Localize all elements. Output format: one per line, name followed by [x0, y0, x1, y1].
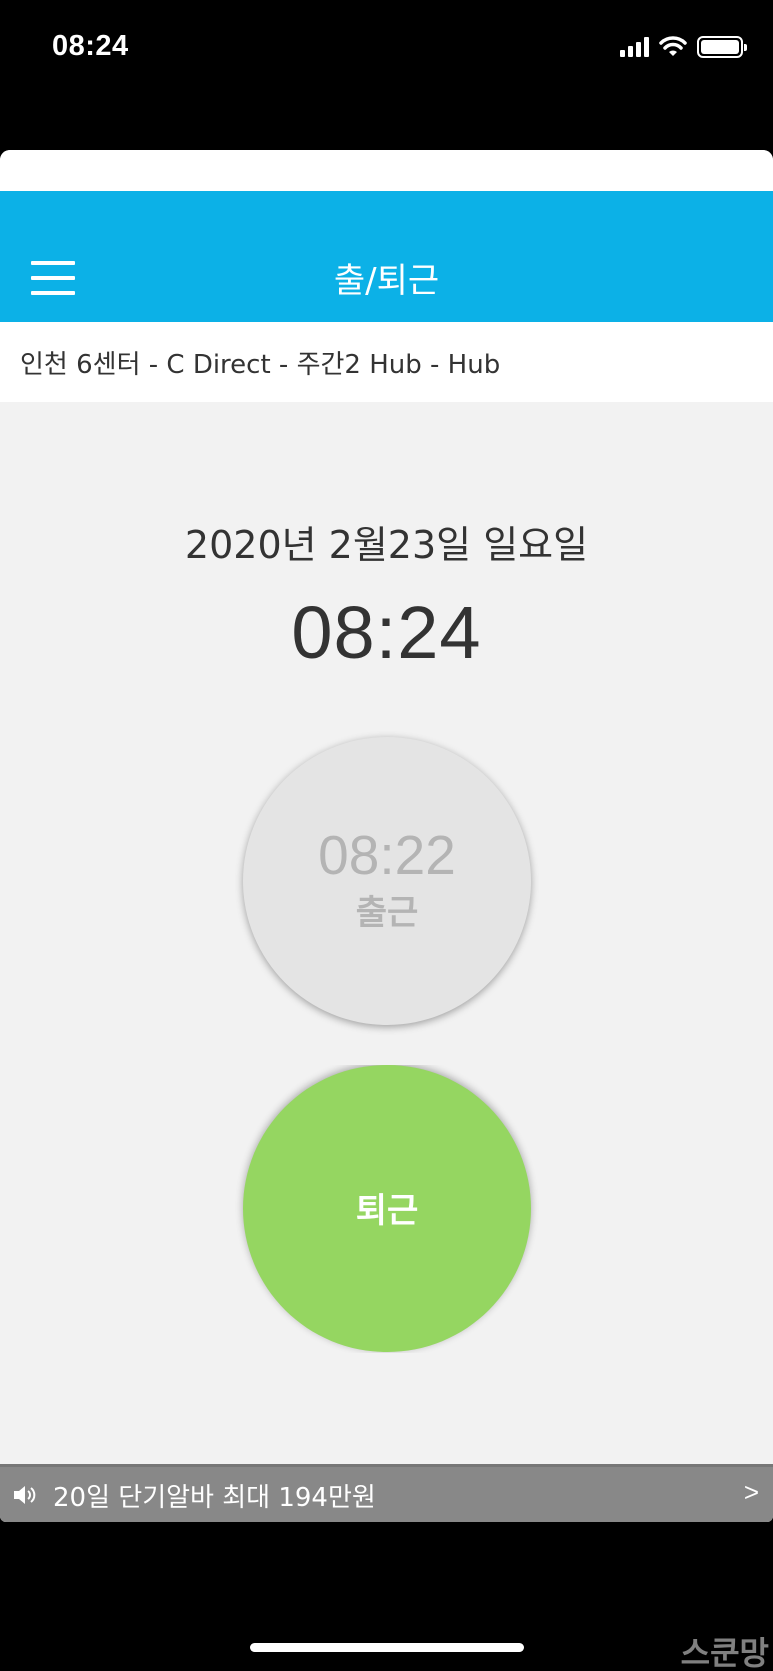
clock-out-label: 퇴근	[355, 1191, 419, 1231]
app-header: 출/퇴근	[0, 191, 773, 322]
clock-in-button[interactable]: 08:22 출근	[243, 737, 531, 1025]
status-bar: 08:24	[0, 0, 773, 100]
watermark: 스쿤망	[680, 1634, 769, 1671]
ad-banner[interactable]: 20일 단기알바 최대 194만원 >	[0, 1464, 773, 1522]
status-time: 08:24	[52, 30, 129, 62]
top-strip	[0, 150, 773, 191]
ad-text: 20일 단기알바 최대 194만원	[53, 1483, 376, 1513]
clock-in-time: 08:22	[318, 824, 456, 886]
location-text: 인천 6센터 - C Direct - 주간2 Hub - Hub	[20, 350, 501, 380]
battery-icon	[697, 36, 747, 58]
chevron-right-icon: >	[743, 1477, 759, 1507]
app-window: 출/퇴근 인천 6센터 - C Direct - 주간2 Hub - Hub 2…	[0, 150, 773, 1522]
clock-in-label: 출근	[355, 893, 419, 933]
current-time: 08:24	[291, 591, 482, 674]
home-indicator[interactable]	[250, 1643, 524, 1652]
page-title: 출/퇴근	[333, 261, 440, 301]
clock-out-area: 퇴근	[0, 1065, 773, 1353]
wifi-icon	[659, 36, 687, 56]
speaker-icon	[14, 1486, 36, 1504]
status-icons	[620, 36, 747, 58]
current-date: 2020년 2월23일 일요일	[184, 523, 589, 567]
clock-out-button[interactable]: 퇴근	[243, 1065, 531, 1352]
location-bar: 인천 6센터 - C Direct - 주간2 Hub - Hub	[0, 322, 773, 402]
signal-icon	[620, 37, 649, 57]
